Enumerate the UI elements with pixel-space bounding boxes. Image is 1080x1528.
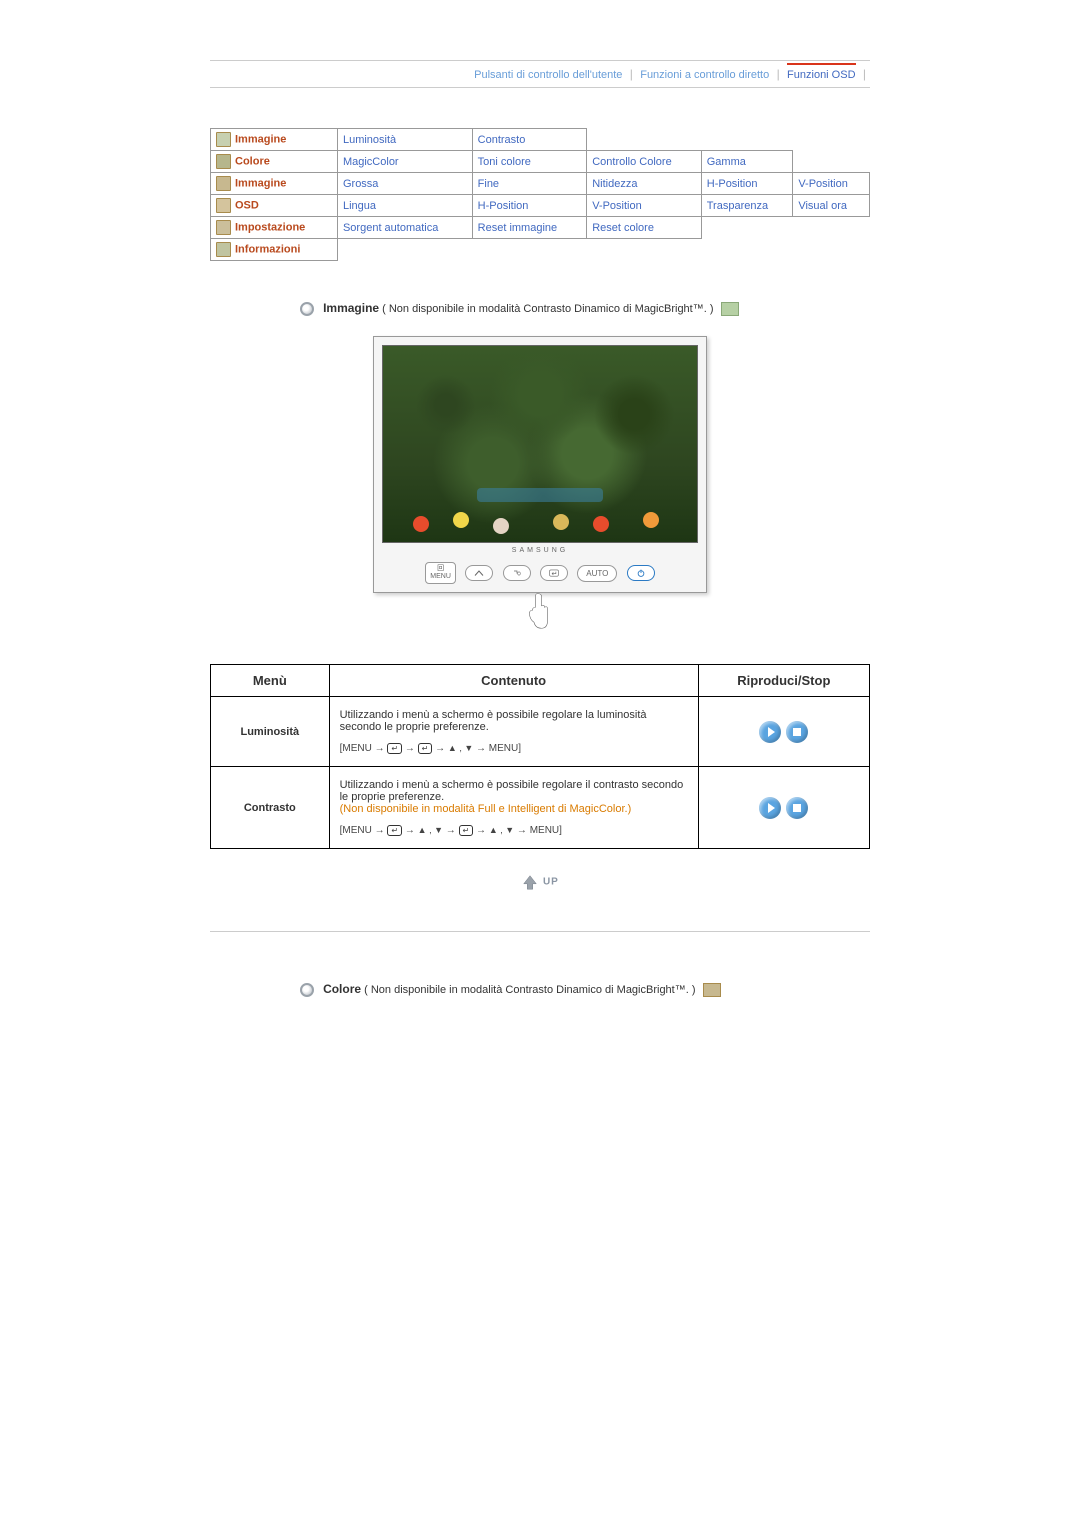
- nav-sequence: [MENU → ↵ → ↵ → ▲ , ▼ → MENU]: [340, 743, 688, 754]
- arrow-updown-icon: ▲ , ▼: [489, 825, 514, 835]
- table-row: Contrasto Utilizzando i menù a schermo è…: [211, 767, 870, 849]
- monitor-screen: [382, 345, 698, 543]
- category-colore[interactable]: Colore: [211, 151, 338, 173]
- cell-controllo-colore[interactable]: Controllo Colore: [587, 151, 702, 173]
- table-row: Immagine Luminosità Contrasto: [211, 129, 870, 151]
- category-immagine[interactable]: Immagine: [211, 129, 338, 151]
- nav-link-controls[interactable]: Pulsanti di controllo dell'utente: [474, 69, 622, 81]
- monitor-frame: SAMSUNG 回MENU AUTO: [373, 336, 707, 593]
- bullet-icon: [300, 302, 314, 316]
- color-tag-icon: [703, 983, 721, 997]
- table-header-row: Menù Contenuto Riproduci/Stop: [211, 665, 870, 697]
- row-luminosita-content: Utilizzando i menù a schermo è possibile…: [329, 697, 698, 767]
- cell-fine[interactable]: Fine: [472, 173, 587, 195]
- table-row: Colore MagicColor Toni colore Controllo …: [211, 151, 870, 173]
- picture-tag-icon: [721, 302, 739, 316]
- top-tab-nav: Pulsanti di controllo dell'utente | Funz…: [210, 60, 870, 88]
- cell-lingua[interactable]: Lingua: [337, 195, 472, 217]
- auto-button[interactable]: AUTO: [577, 565, 617, 582]
- cell-toni-colore[interactable]: Toni colore: [472, 151, 587, 173]
- play-button[interactable]: [759, 721, 781, 743]
- adjust-icon: [216, 176, 231, 191]
- cell-visual-ora[interactable]: Visual ora: [793, 195, 870, 217]
- section-heading-immagine: Immagine ( Non disponibile in modalità C…: [300, 301, 870, 316]
- cell-luminosita[interactable]: Luminosità: [337, 129, 472, 151]
- cell-contrasto[interactable]: Contrasto: [472, 129, 587, 151]
- power-button[interactable]: [627, 565, 655, 581]
- cell-reset-colore[interactable]: Reset colore: [587, 217, 702, 239]
- row-luminosita-label: Luminosità: [211, 697, 330, 767]
- settings-icon: [216, 220, 231, 235]
- section-divider: [210, 931, 870, 932]
- nav-link-direct[interactable]: Funzioni a controllo diretto: [640, 69, 769, 81]
- category-immagine-2[interactable]: Immagine: [211, 173, 338, 195]
- osd-function-grid: Immagine Luminosità Contrasto Colore Mag…: [210, 128, 870, 261]
- table-row: OSD Lingua H-Position V-Position Traspar…: [211, 195, 870, 217]
- monitor-illustration: SAMSUNG 回MENU AUTO: [210, 336, 870, 634]
- enter-icon: ↵: [459, 825, 474, 836]
- col-menu: Menù: [211, 665, 330, 697]
- nav-link-osd[interactable]: Funzioni OSD: [787, 63, 855, 81]
- enter-icon: ↵: [387, 825, 402, 836]
- cell-magiccolor[interactable]: MagicColor: [337, 151, 472, 173]
- category-impostazione[interactable]: Impostazione: [211, 217, 338, 239]
- category-informazioni[interactable]: Informazioni: [211, 239, 338, 261]
- cell-hposition-osd[interactable]: H-Position: [472, 195, 587, 217]
- table-row: Immagine Grossa Fine Nitidezza H-Positio…: [211, 173, 870, 195]
- monitor-buttons: 回MENU AUTO: [382, 558, 698, 590]
- divider-icon: |: [630, 67, 633, 81]
- stop-button[interactable]: [786, 721, 808, 743]
- divider-icon: |: [777, 67, 780, 81]
- cell-nitidezza[interactable]: Nitidezza: [587, 173, 702, 195]
- row-contrasto-content: Utilizzando i menù a schermo è possibile…: [329, 767, 698, 849]
- section-title-text: Immagine: [323, 301, 379, 315]
- color-icon: [216, 154, 231, 169]
- enter-icon: ↵: [387, 743, 402, 754]
- table-row: Luminosità Utilizzando i menù a schermo …: [211, 697, 870, 767]
- cell-grossa[interactable]: Grossa: [337, 173, 472, 195]
- brightness-up-button[interactable]: [465, 565, 493, 581]
- nav-sequence: [MENU → ↵ → ▲ , ▼ → ↵ → ▲ , ▼ → MENU]: [340, 825, 688, 836]
- table-row: Informazioni: [211, 239, 870, 261]
- play-button[interactable]: [759, 797, 781, 819]
- enter-icon: ↵: [418, 743, 433, 754]
- cell-vposition-osd[interactable]: V-Position: [587, 195, 702, 217]
- row-contrasto-label: Contrasto: [211, 767, 330, 849]
- bullet-icon: [300, 983, 314, 997]
- pointing-hand-icon: [210, 591, 870, 634]
- back-to-top[interactable]: UP: [210, 873, 870, 891]
- row-luminosita-controls: [698, 697, 869, 767]
- stop-button[interactable]: [786, 797, 808, 819]
- cell-reset-immagine[interactable]: Reset immagine: [472, 217, 587, 239]
- section-heading-colore: Colore ( Non disponibile in modalità Con…: [300, 982, 870, 997]
- menu-detail-table: Menù Contenuto Riproduci/Stop Luminosità…: [210, 664, 870, 849]
- enter-button[interactable]: [540, 565, 568, 581]
- cell-sorgent-auto[interactable]: Sorgent automatica: [337, 217, 472, 239]
- brightness-down-button[interactable]: [503, 565, 531, 581]
- warning-text: (Non disponibile in modalità Full e Inte…: [340, 803, 632, 815]
- cell-vposition[interactable]: V-Position: [793, 173, 870, 195]
- info-icon: [216, 242, 231, 257]
- section-title-text: Colore: [323, 982, 361, 996]
- up-label: UP: [543, 877, 559, 888]
- cell-trasparenza[interactable]: Trasparenza: [701, 195, 793, 217]
- cell-gamma[interactable]: Gamma: [701, 151, 793, 173]
- col-contenuto: Contenuto: [329, 665, 698, 697]
- cell-hposition[interactable]: H-Position: [701, 173, 793, 195]
- category-osd[interactable]: OSD: [211, 195, 338, 217]
- brand-label: SAMSUNG: [382, 543, 698, 558]
- osd-icon: [216, 198, 231, 213]
- col-riproduci: Riproduci/Stop: [698, 665, 869, 697]
- table-row: Impostazione Sorgent automatica Reset im…: [211, 217, 870, 239]
- row-contrasto-controls: [698, 767, 869, 849]
- arrow-updown-icon: ▲ , ▼: [448, 743, 473, 753]
- picture-icon: [216, 132, 231, 147]
- section-note: ( Non disponibile in modalità Contrasto …: [364, 984, 695, 996]
- arrow-updown-icon: ▲ , ▼: [418, 825, 443, 835]
- section-note: ( Non disponibile in modalità Contrasto …: [382, 303, 713, 315]
- divider-icon: |: [863, 67, 866, 81]
- menu-button[interactable]: 回MENU: [425, 562, 456, 584]
